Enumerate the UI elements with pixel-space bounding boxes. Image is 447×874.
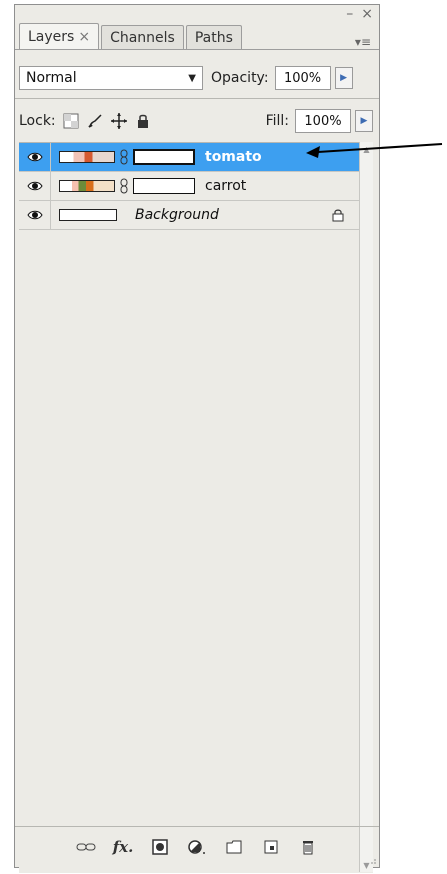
- lock-icon: [331, 208, 345, 222]
- eye-icon: [26, 210, 43, 220]
- layer-name[interactable]: tomato: [205, 149, 262, 165]
- window-controls: – ×: [346, 7, 373, 21]
- fill-slider-button[interactable]: ▶: [355, 110, 373, 132]
- layers-list[interactable]: tomato carrot Background: [19, 142, 373, 873]
- layer-row-tomato[interactable]: tomato: [19, 143, 373, 172]
- layers-scrollbar[interactable]: ▲ ▼: [359, 142, 373, 872]
- new-fill-adjustment-button[interactable]: [187, 837, 207, 857]
- blend-mode-value: Normal: [26, 70, 77, 86]
- tab-channels[interactable]: Channels: [101, 25, 184, 49]
- resize-grip-icon[interactable]: [367, 855, 377, 865]
- trash-icon: [303, 841, 313, 855]
- add-layer-mask-button[interactable]: [150, 837, 170, 857]
- add-mask-icon: [152, 839, 168, 855]
- page-root: – × Layers × Channels Paths ▾≡ Normal ▼: [0, 0, 447, 874]
- tab-paths[interactable]: Paths: [185, 25, 242, 49]
- layers-footer-toolbar: fx.: [15, 826, 379, 867]
- link-layers-icon: [76, 843, 96, 851]
- tab-layers-label: Layers: [28, 28, 75, 45]
- layer-mask-thumbnail[interactable]: [133, 149, 195, 165]
- new-group-button[interactable]: [224, 837, 244, 857]
- layer-row-background[interactable]: Background: [19, 201, 373, 230]
- tab-channels-label: Channels: [110, 29, 175, 46]
- layer-mask-thumbnail[interactable]: [133, 178, 195, 194]
- panel-tabs: Layers × Channels Paths: [19, 23, 244, 49]
- layer-name[interactable]: Background: [135, 207, 219, 223]
- visibility-toggle[interactable]: [19, 201, 51, 229]
- delete-layer-button[interactable]: [298, 837, 318, 857]
- blend-opacity-row: Normal ▼ Opacity: 100% ▶: [19, 64, 373, 92]
- layer-thumbnail[interactable]: [59, 180, 115, 192]
- visibility-toggle[interactable]: [19, 172, 51, 200]
- close-icon[interactable]: ×: [78, 29, 90, 45]
- lock-transparent-pixels-icon[interactable]: [62, 112, 80, 130]
- opacity-label: Opacity:: [211, 70, 269, 86]
- scroll-up-button[interactable]: ▲: [360, 142, 373, 156]
- chevron-right-icon: ▶: [360, 116, 368, 126]
- opacity-slider-button[interactable]: ▶: [334, 67, 353, 89]
- lock-label: Lock:: [19, 113, 56, 129]
- adjustment-layer-icon: [188, 840, 205, 854]
- chain-icon[interactable]: [119, 177, 129, 195]
- chain-icon[interactable]: [119, 148, 129, 166]
- layer-row-carrot[interactable]: carrot: [19, 172, 373, 201]
- minimize-button[interactable]: –: [346, 7, 353, 21]
- link-layers-button[interactable]: [76, 837, 96, 857]
- tab-paths-label: Paths: [194, 29, 233, 46]
- tab-layers[interactable]: Layers ×: [19, 23, 100, 49]
- layer-thumbnail[interactable]: [59, 209, 117, 221]
- divider: [15, 98, 379, 99]
- new-group-icon: [226, 840, 242, 854]
- opacity-value: 100%: [283, 70, 322, 86]
- fx-icon: fx.: [112, 838, 134, 856]
- lock-image-pixels-icon[interactable]: [86, 112, 104, 130]
- panel-menu-icon: ▾≡: [354, 35, 371, 49]
- fill-field[interactable]: 100%: [295, 109, 351, 133]
- blend-mode-select[interactable]: Normal ▼: [19, 66, 203, 90]
- visibility-toggle[interactable]: [19, 143, 51, 171]
- new-layer-icon: [264, 840, 278, 854]
- fill-label: Fill:: [265, 113, 289, 129]
- layers-panel: – × Layers × Channels Paths ▾≡ Normal ▼: [14, 4, 380, 873]
- eye-icon: [26, 152, 43, 162]
- chevron-right-icon: ▶: [340, 73, 347, 83]
- close-button[interactable]: ×: [361, 7, 373, 21]
- layer-thumbnail[interactable]: [59, 151, 115, 163]
- fill-value: 100%: [304, 113, 342, 129]
- opacity-field[interactable]: 100%: [274, 66, 331, 90]
- layers-tab-content: Normal ▼ Opacity: 100% ▶ Lock: Fill: 100…: [15, 49, 379, 873]
- eye-icon: [26, 181, 43, 191]
- lock-fill-row: Lock: Fill: 100% ▶: [19, 106, 373, 136]
- new-layer-button[interactable]: [261, 837, 281, 857]
- layer-name[interactable]: carrot: [205, 178, 246, 194]
- add-layer-style-button[interactable]: fx.: [112, 837, 134, 857]
- lock-position-icon[interactable]: [110, 112, 128, 130]
- panel-menu-button[interactable]: ▾≡: [355, 35, 371, 49]
- chevron-down-icon: ▼: [188, 72, 196, 84]
- lock-all-icon[interactable]: [134, 112, 152, 130]
- fill-group: Fill: 100% ▶: [258, 109, 373, 133]
